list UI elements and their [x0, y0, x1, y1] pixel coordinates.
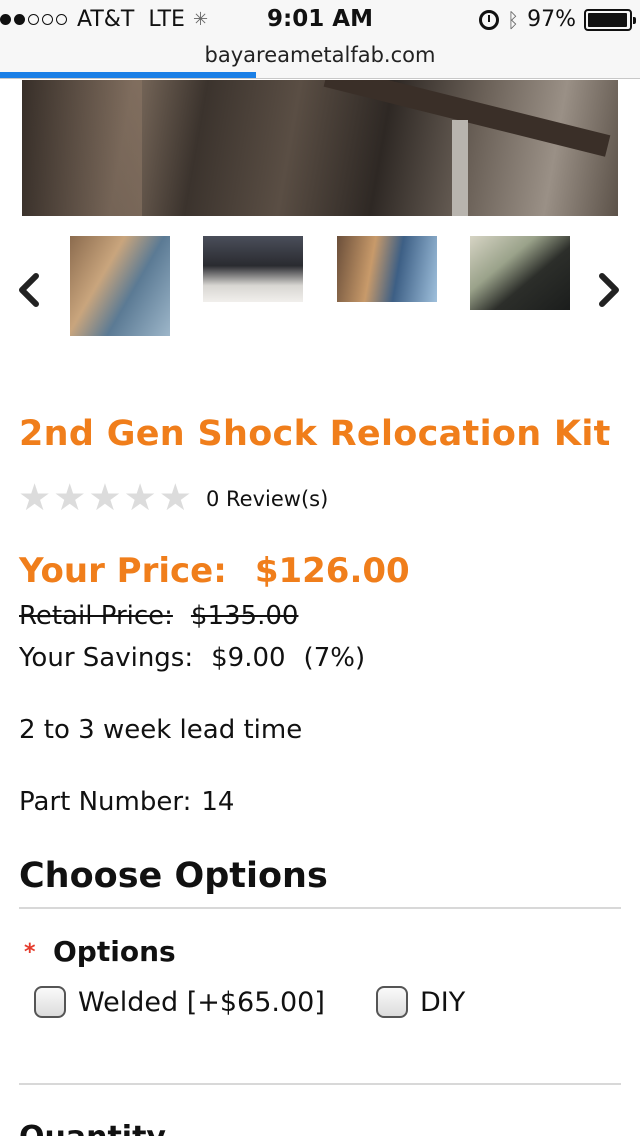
options-label: Options — [53, 935, 176, 968]
quantity-label: Quantity — [19, 1120, 166, 1136]
product-thumbnail-3[interactable] — [337, 236, 437, 302]
star-icon: ★ — [88, 476, 122, 519]
url-text[interactable]: bayareametalfab.com — [205, 43, 436, 67]
diy-checkbox[interactable] — [376, 986, 408, 1018]
status-right: ᛒ 97% — [479, 7, 636, 32]
reviews-link[interactable]: 0 Review(s) — [206, 487, 328, 511]
option-diy[interactable]: DIY — [376, 986, 465, 1018]
retail-price-value: $135.00 — [190, 601, 299, 631]
star-icon: ★ — [123, 476, 157, 519]
next-image-arrow-icon[interactable] — [594, 270, 624, 310]
star-icon: ★ — [53, 476, 87, 519]
part-number-value: 14 — [201, 787, 235, 817]
retail-price: Retail Price: $135.00 — [19, 601, 298, 631]
savings-value: $9.00 — [211, 643, 286, 673]
required-asterisk-icon: * — [24, 940, 36, 965]
part-number-label: Part Number: — [19, 787, 192, 817]
battery-icon — [584, 8, 636, 31]
option-welded-label[interactable]: Welded [+$65.00] — [78, 987, 325, 1018]
choose-options-heading: Choose Options — [19, 856, 328, 896]
address-bar-divider — [0, 78, 640, 79]
lead-time: 2 to 3 week lead time — [19, 715, 303, 745]
savings: Your Savings: $9.00 (7%) — [19, 643, 365, 673]
your-price-label: Your Price: — [19, 551, 227, 591]
your-price-value: $126.00 — [254, 551, 410, 591]
product-thumbnail-2[interactable] — [203, 236, 303, 302]
product-thumbnail-1[interactable] — [70, 236, 170, 336]
star-icon: ★ — [18, 476, 52, 519]
product-main-image[interactable] — [22, 80, 618, 216]
quantity-divider — [19, 1083, 621, 1085]
welded-checkbox[interactable] — [34, 986, 66, 1018]
product-title: 2nd Gen Shock Relocation Kit — [19, 414, 611, 454]
option-welded[interactable]: Welded [+$65.00] — [34, 986, 325, 1018]
part-number: Part Number: 14 — [19, 787, 234, 817]
alarm-icon — [479, 9, 500, 30]
previous-image-arrow-icon[interactable] — [14, 270, 44, 310]
option-diy-label[interactable]: DIY — [420, 987, 465, 1018]
retail-price-label: Retail Price: — [19, 601, 173, 631]
product-thumbnail-4[interactable] — [470, 236, 570, 310]
star-rating: ★ ★ ★ ★ ★ — [18, 478, 192, 518]
battery-percent: 97% — [527, 7, 576, 32]
savings-label: Your Savings: — [19, 643, 194, 673]
your-price: Your Price: $126.00 — [19, 551, 410, 591]
options-divider — [19, 907, 621, 909]
savings-percent: (7%) — [303, 643, 366, 673]
status-bar: AT&T LTE ✳ 9:01 AM ᛒ 97% — [0, 0, 640, 40]
bluetooth-icon: ᛒ — [507, 7, 520, 32]
star-icon: ★ — [158, 476, 192, 519]
